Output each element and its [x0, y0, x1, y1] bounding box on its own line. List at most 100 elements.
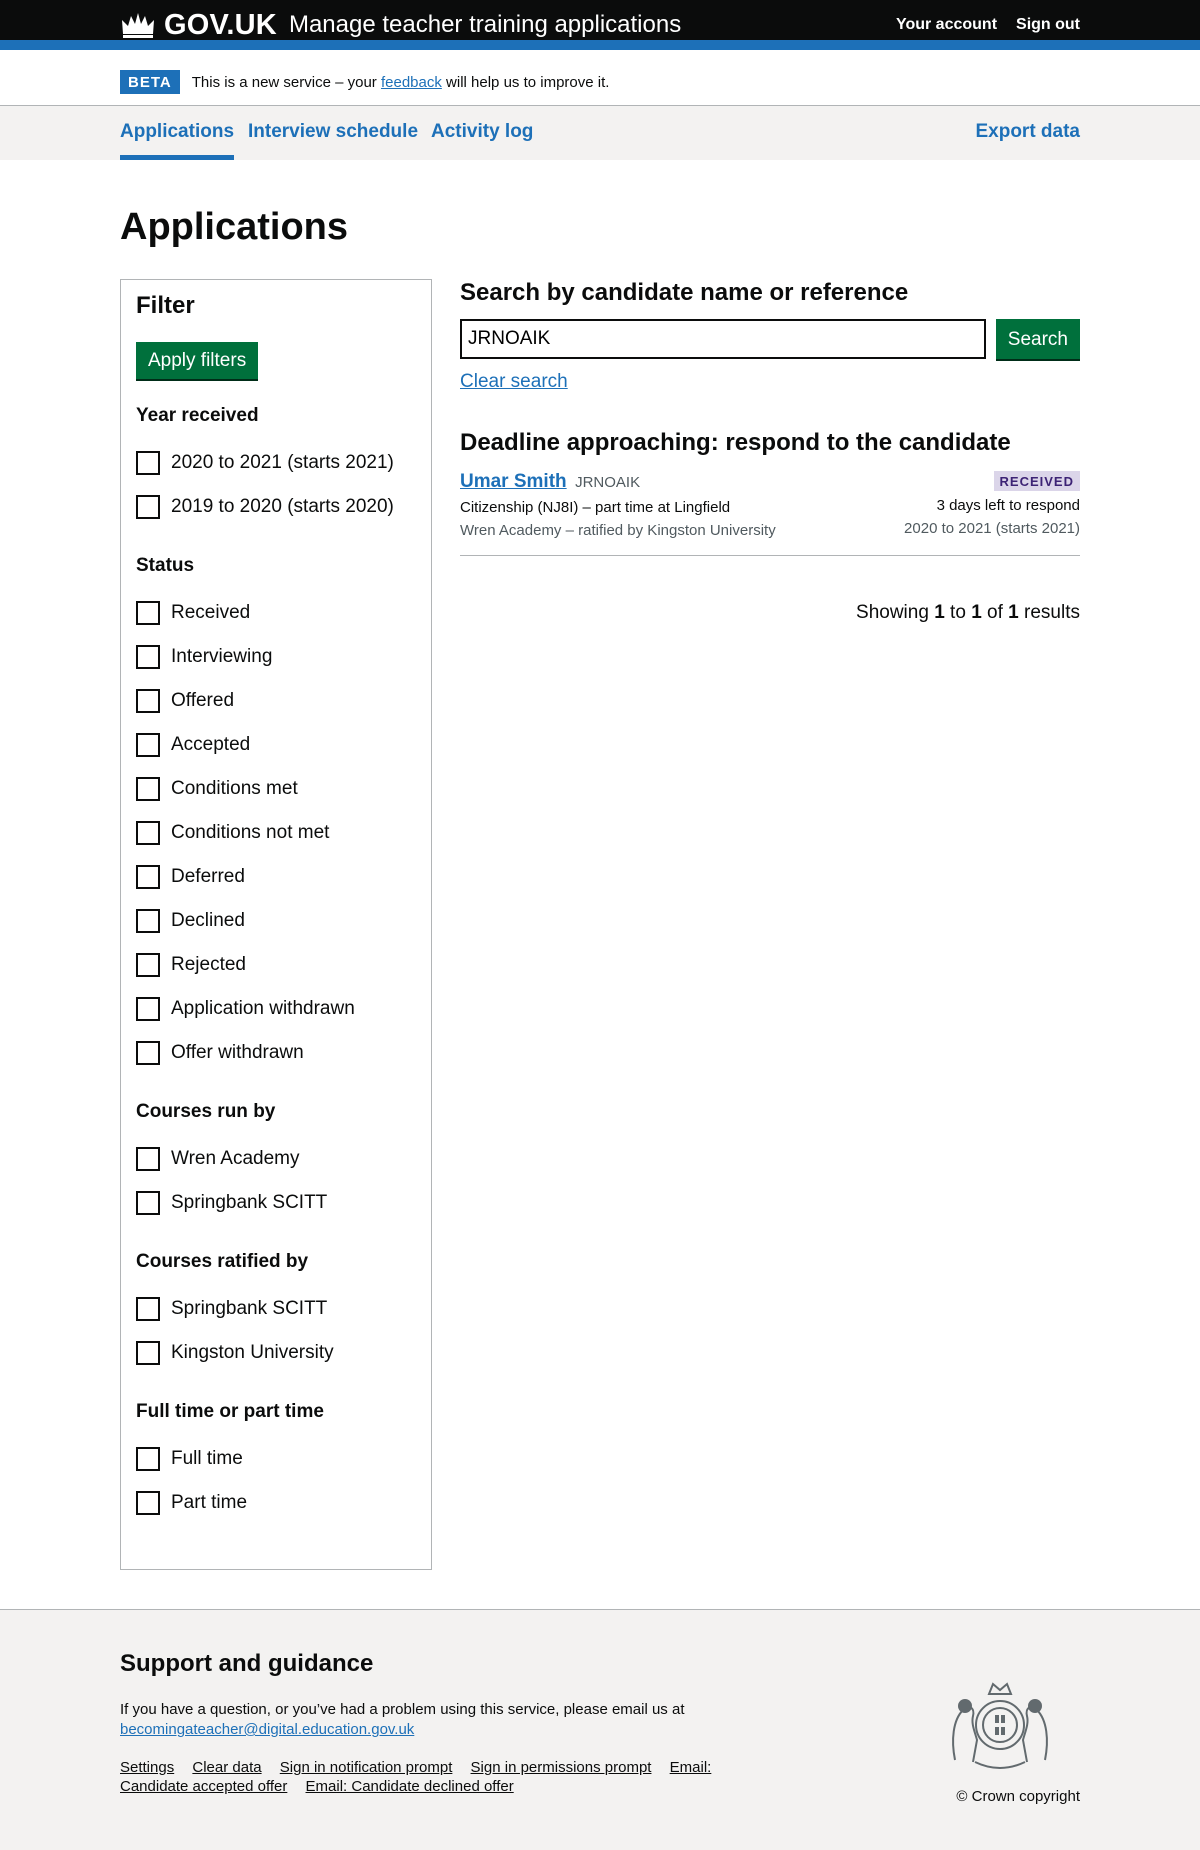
- checkbox[interactable]: [136, 1447, 160, 1471]
- footer-link-sign-in-permissions[interactable]: Sign in permissions prompt: [471, 1759, 652, 1776]
- filter-checkbox-item[interactable]: Wren Academy: [136, 1137, 416, 1181]
- course-details: Citizenship (NJ8I) – part time at Lingfi…: [460, 499, 731, 516]
- footer-link-settings[interactable]: Settings: [120, 1759, 174, 1776]
- checkbox-label: Conditions not met: [171, 822, 330, 843]
- apply-filters-button[interactable]: Apply filters: [136, 342, 259, 379]
- checkbox[interactable]: [136, 495, 160, 519]
- checkbox-label: Offer withdrawn: [171, 1042, 304, 1063]
- filter-group: Courses ratified by Springbank SCITT Kings…: [136, 1251, 416, 1375]
- checkbox-label: Rejected: [171, 954, 246, 975]
- filter-checkbox-item[interactable]: Full time: [136, 1437, 416, 1481]
- filter-checkbox-item[interactable]: Deferred: [136, 855, 416, 899]
- footer-help-text: If you have a question, or you’ve had a …: [120, 1701, 685, 1718]
- filter-checkbox-item[interactable]: Conditions met: [136, 767, 416, 811]
- footer-link-clear-data[interactable]: Clear data: [192, 1759, 261, 1776]
- nav-activity-log[interactable]: Activity log: [431, 106, 533, 160]
- checkbox[interactable]: [136, 601, 160, 625]
- crown-copyright[interactable]: © Crown copyright: [956, 1788, 1080, 1805]
- filter-checkbox-item[interactable]: Received: [136, 591, 416, 635]
- deadline-heading: Deadline approaching: respond to the can…: [460, 429, 1011, 456]
- checkbox[interactable]: [136, 1491, 160, 1515]
- export-data-link[interactable]: Export data: [975, 106, 1080, 160]
- phase-banner: BETA This is a new service – your feedba…: [0, 60, 1200, 106]
- checkbox[interactable]: [136, 777, 160, 801]
- header-nav: Your account Sign out: [896, 16, 1080, 34]
- checkbox[interactable]: [136, 865, 160, 889]
- checkbox[interactable]: [136, 997, 160, 1021]
- filter-checkbox-item[interactable]: Part time: [136, 1481, 416, 1525]
- search-input[interactable]: [460, 319, 986, 359]
- checkbox[interactable]: [136, 645, 160, 669]
- service-name[interactable]: Manage teacher training applications: [289, 11, 681, 39]
- your-account-link[interactable]: Your account: [896, 16, 997, 34]
- filter-checkbox-item[interactable]: Springbank SCITT: [136, 1287, 416, 1331]
- checkbox-label: Deferred: [171, 866, 245, 887]
- filter-checkbox-item[interactable]: 2019 to 2020 (starts 2020): [136, 485, 416, 529]
- filter-group-title: Year received: [136, 405, 259, 426]
- checkbox-label: Accepted: [171, 734, 251, 755]
- support-email-link[interactable]: becomingateacher@digital.education.gov.u…: [120, 1721, 414, 1738]
- recruitment-cycle: 2020 to 2021 (starts 2021): [904, 520, 1080, 537]
- filter-checkbox-item[interactable]: Application withdrawn: [136, 987, 416, 1031]
- filter-group: Courses run by Wren Academy Springbank SCI…: [136, 1101, 416, 1225]
- footer-title: Support and guidance: [120, 1650, 374, 1677]
- sign-out-link[interactable]: Sign out: [1016, 16, 1080, 34]
- checkbox[interactable]: [136, 1041, 160, 1065]
- filter-group: Year received 2020 to 2021 (starts 2021) 2…: [136, 405, 416, 529]
- filter-group-title: Full time or part time: [136, 1401, 324, 1422]
- checkbox[interactable]: [136, 1191, 160, 1215]
- filter-checkbox-item[interactable]: Rejected: [136, 943, 416, 987]
- checkbox[interactable]: [136, 909, 160, 933]
- candidate-name-link[interactable]: Umar Smith: [460, 471, 567, 492]
- checkbox[interactable]: [136, 953, 160, 977]
- search-row: Search: [460, 319, 1080, 359]
- checkbox-label: Conditions met: [171, 778, 298, 799]
- crown-icon: [122, 13, 154, 38]
- application-card: Umar Smith JRNOAIK Citizenship (NJ8I) – …: [460, 471, 1080, 556]
- filter-group-title: Status: [136, 555, 195, 576]
- checkbox[interactable]: [136, 733, 160, 757]
- filter-checkbox-item[interactable]: Interviewing: [136, 635, 416, 679]
- results-count: Showing 1 to 1 of 1 results: [856, 602, 1080, 623]
- filter-checkbox-item[interactable]: 2020 to 2021 (starts 2021): [136, 441, 416, 485]
- filter-group: Full time or part time Full time Part time: [136, 1401, 416, 1525]
- filter-group-title: Courses run by: [136, 1101, 276, 1122]
- footer-link-declined-offer[interactable]: Email: Candidate declined offer: [306, 1778, 514, 1795]
- clear-search-link[interactable]: Clear search: [460, 371, 568, 393]
- checkbox[interactable]: [136, 689, 160, 713]
- checkbox-label: Kingston University: [171, 1342, 334, 1363]
- checkbox-label: Received: [171, 602, 251, 623]
- checkbox[interactable]: [136, 1341, 160, 1365]
- checkbox[interactable]: [136, 821, 160, 845]
- checkbox-label: Wren Academy: [171, 1148, 300, 1169]
- checkbox[interactable]: [136, 1147, 160, 1171]
- govuk-logo[interactable]: GOV.UK: [164, 9, 277, 42]
- checkbox-label: Application withdrawn: [171, 998, 355, 1019]
- filter-checkbox-item[interactable]: Declined: [136, 899, 416, 943]
- checkbox-label: Springbank SCITT: [171, 1298, 328, 1319]
- candidate-reference: JRNOAIK: [575, 474, 641, 491]
- checkbox[interactable]: [136, 451, 160, 475]
- status-badge: RECEIVED: [993, 471, 1080, 491]
- filter-checkbox-item[interactable]: Offer withdrawn: [136, 1031, 416, 1075]
- nav-interview-schedule[interactable]: Interview schedule: [248, 106, 418, 160]
- filter-checkbox-item[interactable]: Conditions not met: [136, 811, 416, 855]
- checkbox[interactable]: [136, 1297, 160, 1321]
- royal-coat-of-arms-icon: [952, 1682, 1048, 1769]
- footer-link-sign-in-notification[interactable]: Sign in notification prompt: [280, 1759, 453, 1776]
- search-button[interactable]: Search: [995, 319, 1080, 359]
- checkbox-label: 2019 to 2020 (starts 2020): [171, 496, 394, 517]
- filter-checkbox-item[interactable]: Accepted: [136, 723, 416, 767]
- site-footer: Support and guidance If you have a quest…: [0, 1609, 1200, 1850]
- checkbox-label: Declined: [171, 910, 245, 931]
- nav-applications[interactable]: Applications: [120, 106, 235, 160]
- checkbox-label: Offered: [171, 690, 235, 711]
- filter-group: Status Received Interviewing Offered Accepte…: [136, 555, 416, 1075]
- filter-checkbox-item[interactable]: Offered: [136, 679, 416, 723]
- feedback-link[interactable]: feedback: [381, 74, 442, 91]
- search-title: Search by candidate name or reference: [460, 279, 909, 306]
- filter-title: Filter: [136, 292, 195, 319]
- filter-checkbox-item[interactable]: Springbank SCITT: [136, 1181, 416, 1225]
- filter-checkbox-item[interactable]: Kingston University: [136, 1331, 416, 1375]
- main-content: Search by candidate name or reference Se…: [460, 279, 1080, 624]
